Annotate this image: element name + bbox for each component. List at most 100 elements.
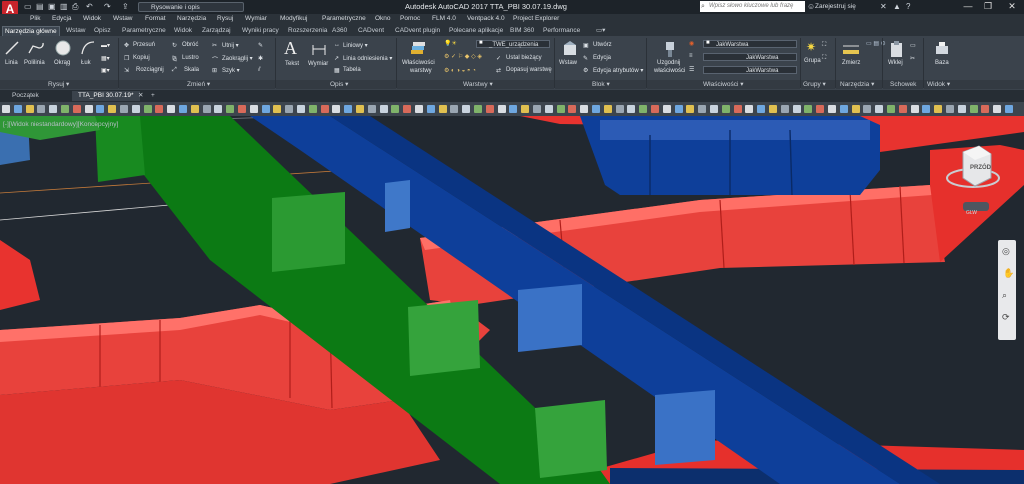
toolbar-tool-icon[interactable] bbox=[580, 105, 589, 113]
wklej-button[interactable]: Wklej bbox=[888, 60, 903, 66]
layers-panel-title[interactable]: Warstwy ▾ bbox=[463, 80, 493, 89]
tab-bim360[interactable]: BIM 360 bbox=[508, 26, 536, 35]
text-icon[interactable]: A bbox=[284, 38, 297, 59]
toolbar-tool-icon[interactable] bbox=[261, 105, 270, 113]
toolbar-tool-icon[interactable] bbox=[710, 105, 718, 113]
obroc-button[interactable]: Obróć bbox=[182, 42, 198, 48]
new-tab-button[interactable]: + bbox=[148, 91, 158, 101]
cut-icon[interactable]: ✂ bbox=[910, 55, 915, 62]
tab-cadvent-plugin[interactable]: CADvent plugin bbox=[393, 26, 442, 35]
toolbar-tool-icon[interactable] bbox=[993, 105, 1002, 113]
group-icon[interactable]: ✷ bbox=[806, 40, 816, 54]
baza-button[interactable]: Baza bbox=[935, 60, 949, 66]
szyk-button[interactable]: Szyk ▾ bbox=[222, 67, 240, 74]
toolbar-tool-icon[interactable] bbox=[497, 105, 506, 113]
toolbar-tool-icon[interactable] bbox=[615, 105, 624, 113]
a360-icon[interactable]: ▲ bbox=[893, 2, 901, 12]
redo-icon[interactable]: ↷ bbox=[104, 2, 111, 12]
toolbar-tool-icon[interactable] bbox=[556, 105, 565, 113]
zoom-icon[interactable]: ⌕ bbox=[1002, 290, 1007, 301]
tab-rozszerzenia[interactable]: Rozszerzenia bbox=[286, 26, 329, 35]
toolbar-tool-icon[interactable] bbox=[438, 105, 447, 113]
drawing-viewport[interactable] bbox=[0, 116, 1024, 484]
menu-item-wymiar[interactable]: Wymiar bbox=[245, 15, 267, 22]
toolbar-tool-icon[interactable] bbox=[61, 105, 69, 113]
layer-tools-icon[interactable]: ⚙ ◐ ◑ ◒ ◓ ◔ bbox=[444, 67, 476, 74]
properties-panel-title[interactable]: Właściwości ▾ bbox=[703, 80, 743, 89]
hatch-icon[interactable]: ▦▾ bbox=[101, 55, 110, 62]
toolbar-tool-icon[interactable] bbox=[2, 105, 10, 113]
tab-widok[interactable]: Widok bbox=[172, 26, 194, 35]
circle-icon[interactable] bbox=[55, 40, 71, 56]
copy-clipboard-icon[interactable]: ▭ bbox=[910, 42, 916, 49]
toolbar-tool-icon[interactable] bbox=[84, 105, 93, 113]
search-input[interactable]: Wpisz słowo kluczowe lub frazę bbox=[700, 1, 805, 12]
close-tab-icon[interactable]: ✕ bbox=[136, 91, 145, 101]
edycja-atrybutow-button[interactable]: Edycja atrybutów ▾ bbox=[593, 67, 643, 74]
toolbar-tool-icon[interactable] bbox=[521, 105, 530, 113]
tabela-button[interactable]: Tabela bbox=[343, 67, 361, 73]
menu-item-project-explorer[interactable]: Project Explorer bbox=[513, 15, 559, 22]
toolbar-tool-icon[interactable] bbox=[297, 105, 305, 113]
clipboard-panel-title[interactable]: Schowek bbox=[890, 80, 916, 89]
menu-item-format[interactable]: Format bbox=[145, 15, 166, 22]
minimize-button[interactable]: — bbox=[958, 1, 978, 12]
open-folder-icon[interactable]: ▤ bbox=[36, 2, 44, 12]
menu-item-rysuj[interactable]: Rysuj bbox=[217, 15, 233, 22]
arc-icon[interactable] bbox=[80, 40, 96, 56]
rozciagnij-button[interactable]: Rozciągnij bbox=[136, 67, 164, 73]
toolbar-tool-icon[interactable] bbox=[662, 105, 671, 113]
toolbar-tool-icon[interactable] bbox=[214, 105, 223, 113]
toolbar-tool-icon[interactable] bbox=[403, 105, 412, 113]
toolbar-tool-icon[interactable] bbox=[308, 105, 317, 113]
help-icon[interactable]: ? bbox=[906, 2, 910, 12]
tab-a360[interactable]: A360 bbox=[330, 26, 349, 35]
tekst-button[interactable]: Tekst bbox=[285, 61, 299, 67]
toolbar-tool-icon[interactable] bbox=[745, 105, 754, 113]
measure-icon[interactable] bbox=[842, 42, 860, 56]
toolbar-tool-icon[interactable] bbox=[733, 105, 742, 113]
layer-tools-icon[interactable]: ⚙ ✓ ⚐ ◆ ◇ ◈ bbox=[444, 53, 482, 60]
toolbar-tool-icon[interactable] bbox=[568, 105, 577, 113]
layer-on-icon[interactable]: 💡☀ bbox=[444, 40, 457, 47]
block-panel-title[interactable]: Blok ▾ bbox=[592, 80, 610, 89]
save-as-icon[interactable]: ▥ bbox=[60, 2, 68, 12]
toolbar-tool-icon[interactable] bbox=[721, 105, 730, 113]
explode-icon[interactable]: ✱ bbox=[258, 55, 263, 62]
file-tab-start[interactable]: Początek bbox=[6, 91, 45, 101]
linetype-dropdown[interactable]: JakWarstwa bbox=[703, 53, 797, 61]
luk-button[interactable]: Łuk bbox=[81, 60, 91, 66]
okrag-button[interactable]: Okrąg bbox=[54, 60, 70, 66]
toolbar-tool-icon[interactable] bbox=[757, 105, 766, 113]
toolbar-tool-icon[interactable] bbox=[639, 105, 648, 113]
utilities-panel-title[interactable]: Narzędzia ▾ bbox=[840, 80, 874, 89]
wlasciwosci-warstwy-button[interactable]: Właściwości bbox=[402, 60, 435, 66]
edycja-button[interactable]: Edycja bbox=[593, 55, 611, 61]
new-file-icon[interactable]: ▭ bbox=[24, 2, 32, 12]
close-button[interactable]: ✕ bbox=[1002, 1, 1022, 12]
toolbar-tool-icon[interactable] bbox=[202, 105, 211, 113]
toolbar-tool-icon[interactable] bbox=[981, 105, 990, 113]
przesun-button[interactable]: Przesuń bbox=[133, 42, 155, 48]
toolbar-tool-icon[interactable] bbox=[544, 105, 553, 113]
toolbar-tool-icon[interactable] bbox=[179, 105, 187, 113]
toolbar-tool-icon[interactable] bbox=[49, 105, 58, 113]
toolbar-tool-icon[interactable] bbox=[108, 105, 117, 113]
uzgodnij-button[interactable]: Uzgodnij bbox=[657, 60, 680, 66]
pan-icon[interactable]: ✋ bbox=[1003, 268, 1014, 279]
toolbar-tool-icon[interactable] bbox=[249, 105, 258, 113]
toolbar-tool-icon[interactable] bbox=[167, 105, 176, 113]
line-icon[interactable] bbox=[4, 40, 20, 56]
tab-narzedzia-glowne[interactable]: Narzędzia główne bbox=[2, 26, 60, 36]
liniowy-button[interactable]: Liniowy ▾ bbox=[343, 42, 368, 49]
toolbar-tool-icon[interactable] bbox=[37, 105, 46, 113]
file-tab-active[interactable]: TTA_PBI 30.07.19* bbox=[72, 91, 140, 101]
menu-item-flm[interactable]: FLM 4.0 bbox=[432, 15, 456, 22]
toolbar-tool-icon[interactable] bbox=[320, 105, 329, 113]
toolbar-tool-icon[interactable] bbox=[780, 105, 789, 113]
toolbar-tool-icon[interactable] bbox=[131, 105, 140, 113]
kopiuj-button[interactable]: Kopiuj bbox=[133, 55, 150, 61]
user-icon[interactable]: ☺ bbox=[807, 2, 815, 12]
toolbar-tool-icon[interactable] bbox=[804, 105, 813, 113]
toolbar-tool-icon[interactable] bbox=[367, 105, 376, 113]
